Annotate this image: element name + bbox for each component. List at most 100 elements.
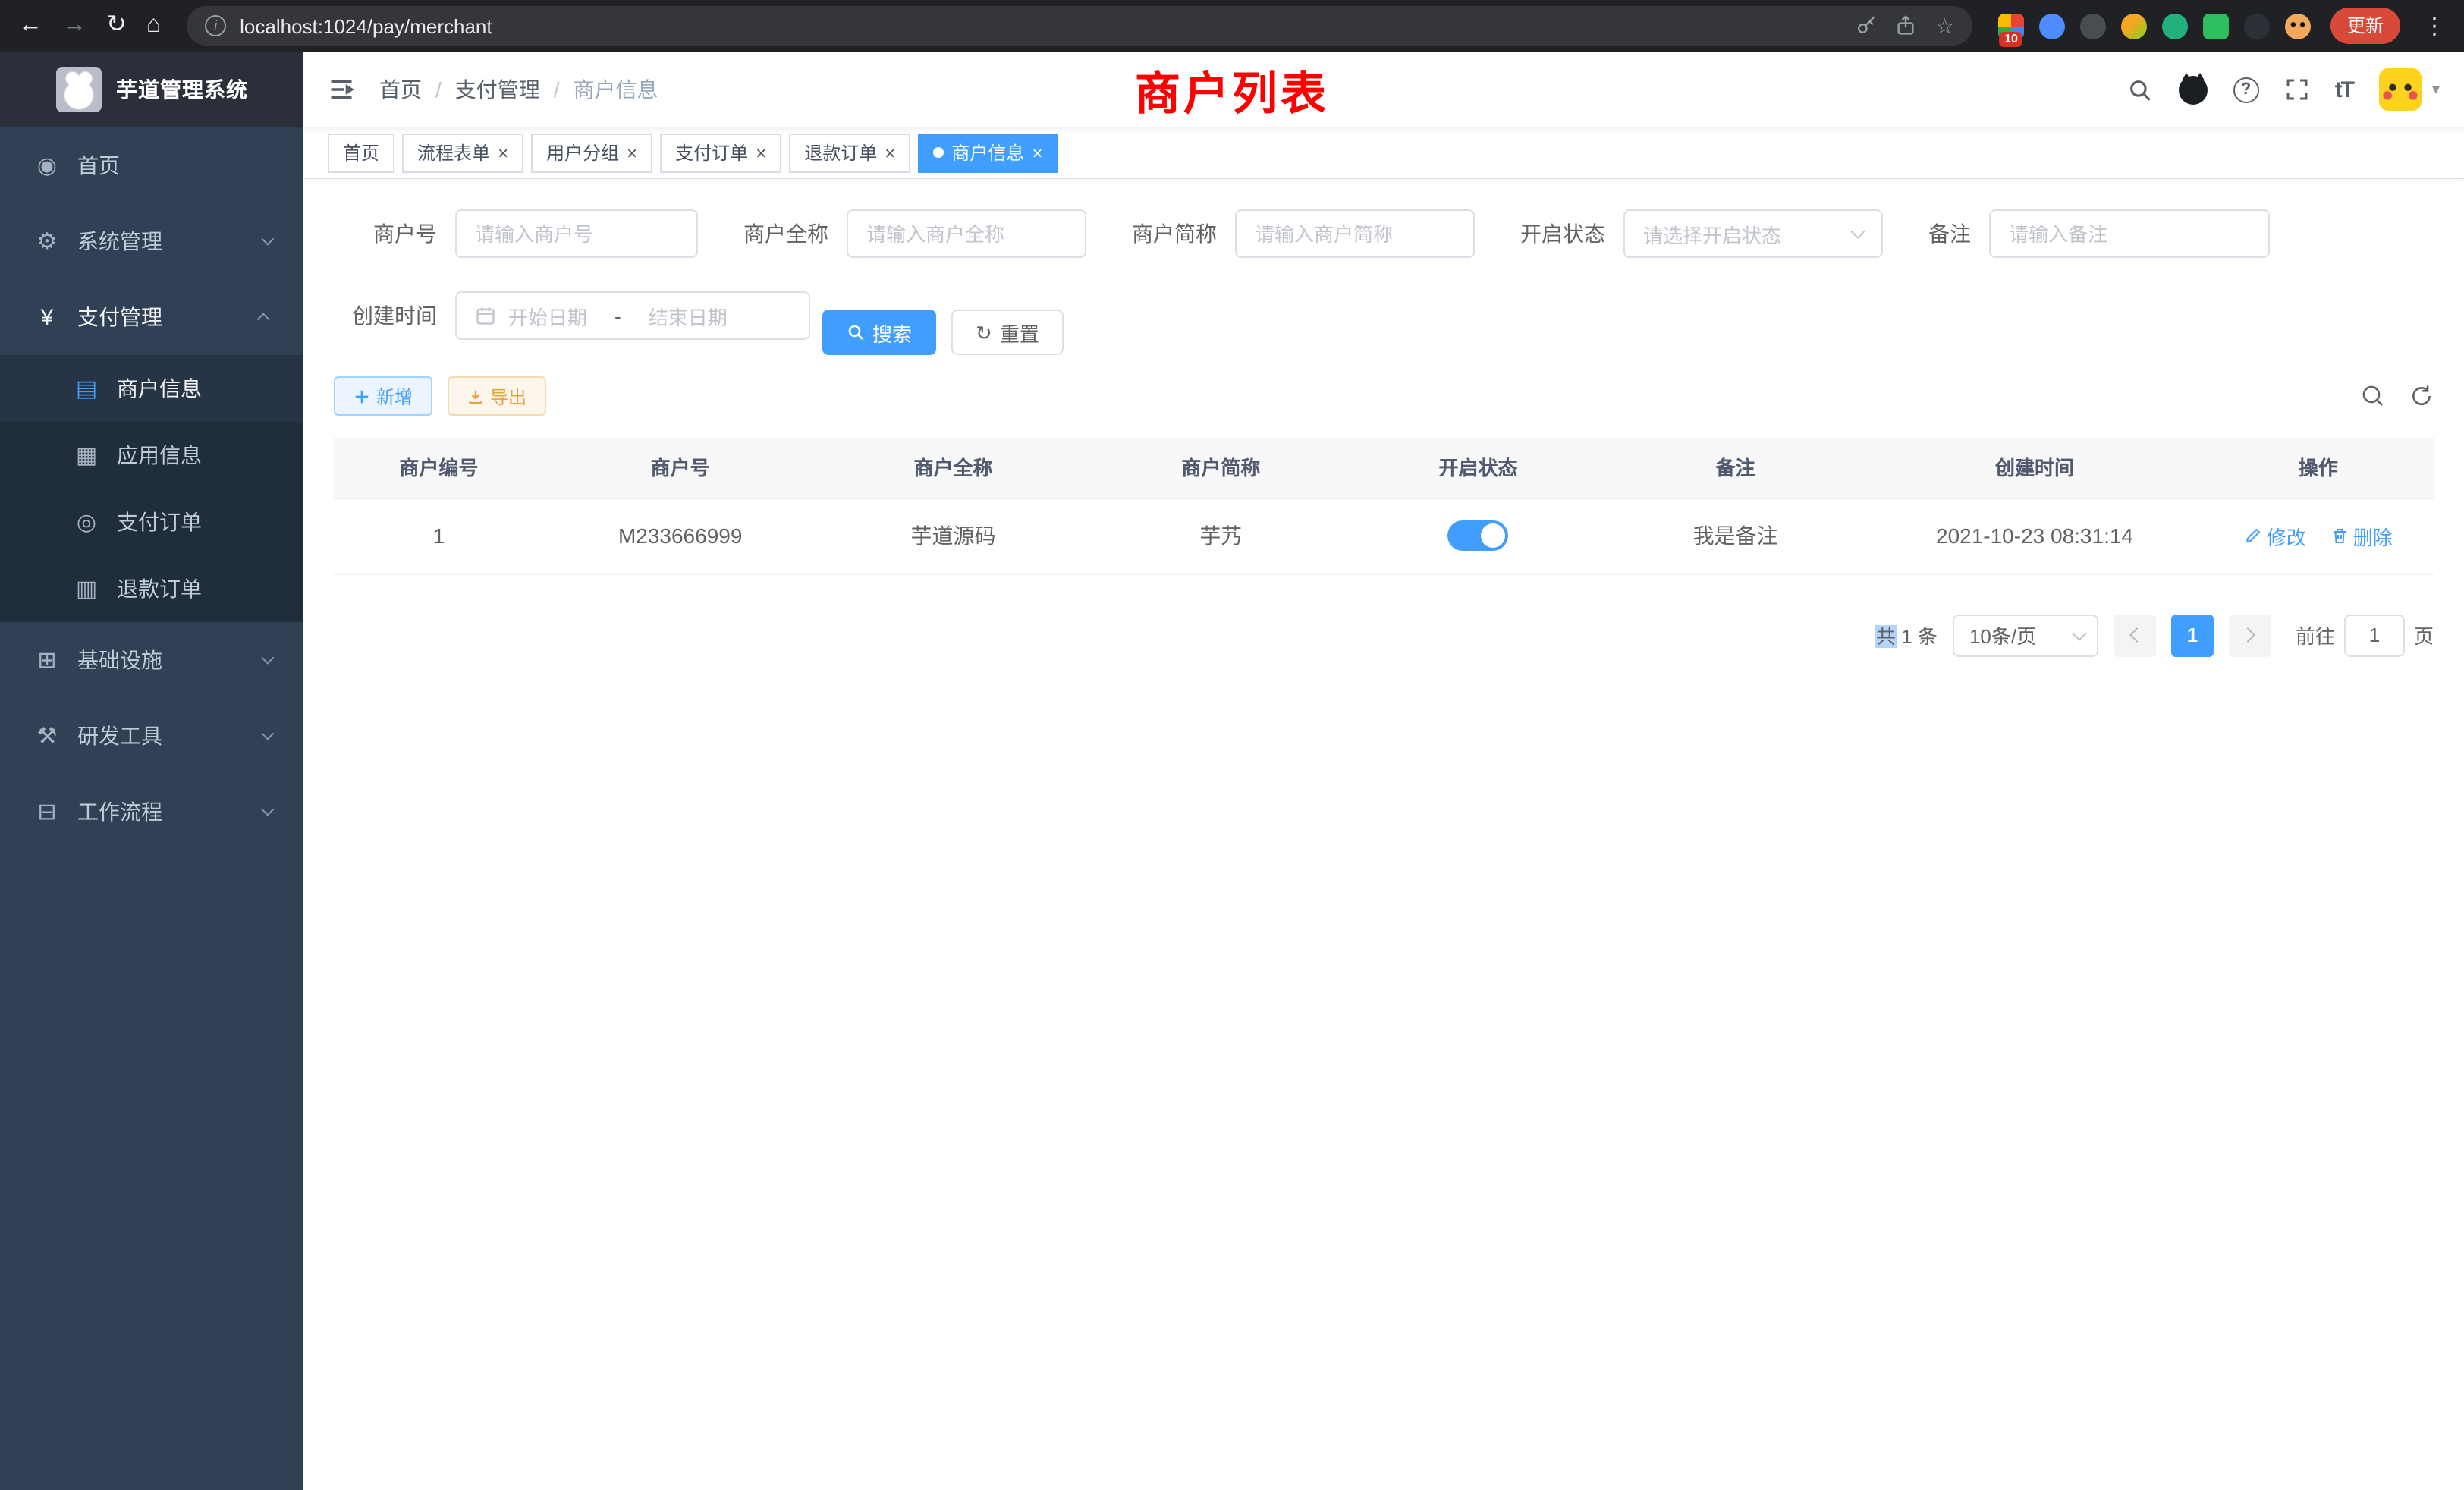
- reset-button[interactable]: ↻ 重置: [951, 310, 1064, 355]
- status-select[interactable]: 请选择开启状态: [1623, 209, 1883, 258]
- sidebar-item-home[interactable]: ◉ 首页: [0, 127, 303, 203]
- export-button[interactable]: 导出: [448, 376, 546, 416]
- tab-label: 流程表单: [417, 140, 490, 165]
- sidebar-item-system[interactable]: ⚙ 系统管理: [0, 203, 303, 279]
- gear-icon: ⚙: [30, 228, 64, 255]
- filter-label: 商户全称: [743, 218, 828, 249]
- date-range-picker[interactable]: 开始日期 - 结束日期: [455, 291, 810, 340]
- search-form: 商户号 商户全称 商户简称 开启状态 请选择开启状态: [334, 209, 2434, 373]
- logo-avatar: [55, 67, 101, 112]
- extension-icon[interactable]: [2039, 13, 2065, 39]
- profile-avatar-icon[interactable]: [2285, 13, 2311, 39]
- app-logo[interactable]: 芋道管理系统: [0, 52, 303, 127]
- remark-input[interactable]: [1989, 209, 2270, 258]
- edit-link[interactable]: 修改: [2244, 521, 2306, 550]
- back-icon[interactable]: ←: [18, 14, 42, 38]
- table-row: 1 M233666999 芋道源码 芋艿 我是备注 2021-10-23 08:…: [334, 498, 2434, 574]
- extension-icon[interactable]: [2121, 13, 2147, 39]
- sidebar-item-merchant-info[interactable]: ▤ 商户信息: [0, 355, 303, 422]
- sidebar-item-app-info[interactable]: ▦ 应用信息: [0, 422, 303, 489]
- sidebar-item-payment[interactable]: ¥ 支付管理: [0, 279, 303, 355]
- extension-icon[interactable]: [2080, 13, 2106, 39]
- fullscreen-icon[interactable]: [2285, 77, 2309, 102]
- tab-home[interactable]: 首页: [328, 133, 394, 172]
- tab-refund-order[interactable]: 退款订单 ×: [789, 133, 910, 172]
- address-bar[interactable]: i localhost:1024/pay/merchant ☆: [187, 6, 1972, 46]
- current-page-button[interactable]: 1: [2171, 614, 2214, 656]
- extension-icon[interactable]: [2203, 13, 2229, 39]
- toggle-search-icon[interactable]: [2361, 384, 2385, 408]
- close-icon[interactable]: ×: [885, 143, 895, 162]
- close-icon[interactable]: ×: [1032, 143, 1042, 162]
- merchant-short-input[interactable]: [1235, 209, 1475, 258]
- reload-icon[interactable]: ↻: [106, 14, 127, 38]
- extensions-puzzle-icon[interactable]: 10: [1998, 13, 2024, 39]
- forward-icon[interactable]: →: [62, 14, 86, 38]
- bookmark-star-icon[interactable]: ☆: [1935, 13, 1954, 39]
- sidebar-item-infrastructure[interactable]: ⊞ 基础设施: [0, 622, 303, 698]
- sidebar-item-dev-tools[interactable]: ⚒ 研发工具: [0, 698, 303, 774]
- yen-icon: ¥: [30, 304, 64, 330]
- total-rest: 1 条: [1896, 625, 1938, 648]
- start-date-placeholder: 开始日期: [508, 301, 587, 330]
- refresh-table-icon[interactable]: [2409, 384, 2434, 408]
- merchant-no-input[interactable]: [455, 209, 698, 258]
- chrome-update-button[interactable]: 更新: [2330, 8, 2400, 44]
- page-size-value: 10条/页: [1969, 621, 2036, 649]
- breadcrumb-payment[interactable]: 支付管理: [455, 74, 540, 105]
- filter-label: 备注: [1928, 218, 1971, 249]
- close-icon[interactable]: ×: [756, 143, 766, 162]
- home-icon[interactable]: ⌂: [146, 14, 161, 38]
- cell-short-name: 芋艿: [1089, 498, 1352, 574]
- font-size-icon[interactable]: tT: [2335, 77, 2353, 102]
- chevron-down-icon: [261, 233, 274, 246]
- goto-page-input[interactable]: [2344, 614, 2405, 656]
- breadcrumb-home[interactable]: 首页: [379, 74, 422, 105]
- sidebar-item-refund-order[interactable]: ▥ 退款订单: [0, 555, 303, 622]
- sidebar-item-workflow[interactable]: ⊟ 工作流程: [0, 774, 303, 850]
- col-merchant-id: 商户编号: [334, 437, 544, 498]
- col-short-name: 商户简称: [1089, 437, 1352, 498]
- caret-down-icon[interactable]: ▾: [2432, 81, 2440, 98]
- cell-status: [1352, 498, 1604, 574]
- sidebar-toggle-icon[interactable]: [328, 76, 355, 103]
- chevron-down-icon: [261, 803, 274, 816]
- close-icon[interactable]: ×: [627, 143, 637, 162]
- next-page-button[interactable]: [2229, 614, 2271, 656]
- key-icon[interactable]: [1856, 15, 1878, 36]
- tab-user-group[interactable]: 用户分组 ×: [531, 133, 652, 172]
- search-button[interactable]: 搜索: [822, 310, 936, 355]
- extension-icon[interactable]: [2162, 13, 2188, 39]
- page-size-select[interactable]: 10条/页: [1953, 614, 2098, 656]
- sidebar-item-label: 系统管理: [77, 226, 162, 256]
- help-icon[interactable]: ?: [2233, 77, 2259, 102]
- download-icon: [467, 388, 484, 404]
- trash-icon: [2330, 527, 2349, 545]
- sidebar: 芋道管理系统 ◉ 首页 ⚙ 系统管理 ¥ 支付管理 ▤ 商户信息: [0, 52, 303, 1490]
- avatar[interactable]: [2379, 68, 2422, 111]
- kebab-menu-icon[interactable]: ⋮: [2423, 12, 2446, 39]
- main-area: 首页 / 支付管理 / 商户信息 商户列表 ? tT ▾: [303, 52, 2464, 1490]
- status-toggle[interactable]: [1447, 520, 1508, 551]
- github-icon[interactable]: [2179, 75, 2208, 104]
- close-icon[interactable]: ×: [498, 143, 508, 162]
- share-icon[interactable]: [1896, 15, 1917, 36]
- tab-process-form[interactable]: 流程表单 ×: [402, 133, 523, 172]
- prev-page-button[interactable]: [2114, 614, 2156, 656]
- site-info-icon[interactable]: i: [205, 15, 226, 36]
- add-button-label: 新增: [376, 383, 413, 409]
- chevron-right-icon: [2240, 627, 2255, 643]
- merchant-name-input[interactable]: [847, 209, 1086, 258]
- tab-pay-order[interactable]: 支付订单 ×: [660, 133, 781, 172]
- add-button[interactable]: 新增: [334, 376, 432, 416]
- extensions-row: 10: [1998, 13, 2311, 39]
- search-icon[interactable]: [2127, 77, 2153, 102]
- merchant-table: 商户编号 商户号 商户全称 商户简称 开启状态 备注 创建时间 操作 1: [334, 437, 2434, 574]
- range-separator: -: [614, 304, 621, 327]
- sidebar-item-pay-order[interactable]: ◎ 支付订单: [0, 489, 303, 555]
- delete-link[interactable]: 删除: [2330, 521, 2393, 550]
- extension-icon[interactable]: [2244, 13, 2270, 39]
- tab-merchant-info[interactable]: 商户信息 ×: [918, 133, 1058, 172]
- workflow-icon: ⊟: [30, 798, 64, 825]
- breadcrumb-current: 商户信息: [574, 74, 658, 105]
